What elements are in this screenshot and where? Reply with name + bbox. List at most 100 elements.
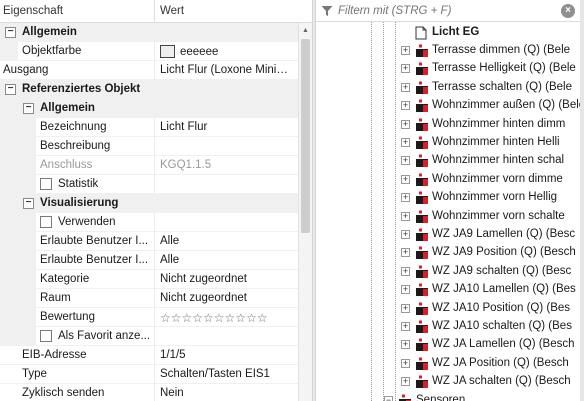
- property-row-als-favorit[interactable]: Als Favorit anze...: [0, 327, 298, 346]
- tree-item[interactable]: + Wohnzimmer hinten dimm: [316, 116, 580, 134]
- collapse-icon[interactable]: −: [5, 27, 16, 38]
- color-value: eeeeee: [180, 46, 219, 58]
- property-grid: Eigenschaft Wert − Allgemein Objektfarbe…: [0, 0, 312, 401]
- expand-icon[interactable]: +: [401, 101, 410, 111]
- property-row-bezeichnung[interactable]: Bezeichnung Licht Flur: [0, 118, 298, 137]
- property-row-objektfarbe[interactable]: Objektfarbe eeeeee: [0, 42, 298, 61]
- tree-item[interactable]: + WZ JA9 Position (Q) (Besch: [316, 244, 580, 262]
- app-window: Eigenschaft Wert − Allgemein Objektfarbe…: [0, 0, 584, 401]
- favorit-checkbox[interactable]: [40, 330, 52, 342]
- filter-input[interactable]: [338, 3, 560, 19]
- tree-item[interactable]: + Wohnzimmer außen (Q) (Bele: [316, 97, 584, 115]
- tree-item[interactable]: + Wohnzimmer hinten Helli: [316, 134, 580, 152]
- tree-item-licht-eg[interactable]: Licht EG: [316, 24, 580, 42]
- property-row-statistik[interactable]: Statistik: [0, 175, 298, 194]
- tree-item[interactable]: + WZ JA10 Lamellen (Q) (Bes: [316, 281, 580, 299]
- object-tree: Licht EG + Terrasse dimmen (Q) (Bele + Terr…: [316, 22, 584, 401]
- expand-icon[interactable]: +: [401, 303, 410, 313]
- tree-item[interactable]: + Wohnzimmer vorn schalte: [316, 208, 580, 226]
- property-row-erlaubte-benutzer[interactable]: Erlaubte Benutzer I... Alle: [0, 232, 298, 251]
- property-row-bewertung[interactable]: Bewertung ☆☆☆☆☆☆☆☆☆☆: [0, 308, 298, 327]
- expand-icon[interactable]: +: [401, 266, 410, 276]
- property-row-erlaubte-benutzer-2[interactable]: Erlaubte Benutzer I... Alle: [0, 251, 298, 270]
- tree-vertical-scrollbar[interactable]: [580, 0, 584, 401]
- tree-item[interactable]: + WZ JA10 schalten (Q) (Bes: [316, 318, 580, 336]
- expand-icon[interactable]: +: [401, 358, 410, 368]
- expand-icon[interactable]: +: [401, 285, 410, 295]
- expand-icon[interactable]: +: [401, 377, 410, 387]
- collapse-icon[interactable]: −: [23, 198, 34, 209]
- rating-stars[interactable]: ☆☆☆☆☆☆☆☆☆☆: [160, 311, 298, 325]
- tree-item[interactable]: + Terrasse schalten (Q) (Bele: [316, 79, 580, 97]
- tree-item[interactable]: + WZ JA schalten (Q) (Besch: [316, 373, 580, 391]
- tree-item[interactable]: + WZ JA Position (Q) (Besch: [316, 355, 580, 373]
- tree-item-sensoren[interactable]: − Sensoren: [316, 392, 580, 401]
- expand-icon[interactable]: +: [401, 64, 410, 74]
- tree-item[interactable]: + WZ JA Lamellen (Q) (Besch: [316, 336, 580, 354]
- expand-icon[interactable]: +: [401, 230, 410, 239]
- property-row-kategorie[interactable]: Kategorie Nicht zugeordnet: [0, 270, 298, 289]
- tree-item[interactable]: + Terrasse Helligkeit (Q) (Bele: [316, 60, 580, 78]
- verwenden-checkbox[interactable]: [40, 216, 52, 228]
- expand-icon[interactable]: +: [401, 82, 410, 92]
- tree-item[interactable]: + WZ JA9 Lamellen (Q) (Besc: [316, 226, 580, 244]
- tree-item[interactable]: + Wohnzimmer vorn dimme: [316, 171, 580, 189]
- tree-item-label: Wohnzimmer vorn dimme: [432, 172, 563, 185]
- property-row-anschluss[interactable]: Anschluss KGQ1.1.5: [0, 156, 298, 175]
- tree-item-label: Sensoren: [416, 393, 466, 401]
- expand-icon[interactable]: +: [401, 248, 410, 258]
- function-block-icon: [416, 191, 428, 205]
- property-row-verwenden[interactable]: Verwenden: [0, 213, 298, 232]
- filter-icon: [321, 6, 333, 16]
- collapse-icon[interactable]: −: [5, 84, 16, 95]
- expand-icon[interactable]: +: [401, 340, 410, 350]
- property-row-type[interactable]: Type Schalten/Tasten EIS1: [0, 365, 298, 384]
- property-rows: − Allgemein Objektfarbe eeeeee Ausgang L…: [0, 23, 298, 401]
- expand-icon[interactable]: +: [401, 193, 410, 203]
- expand-icon[interactable]: +: [401, 138, 410, 147]
- statistik-checkbox[interactable]: [40, 178, 52, 190]
- property-row-beschreibung[interactable]: Beschreibung: [0, 137, 298, 156]
- category-allgemein[interactable]: − Allgemein: [0, 23, 298, 42]
- tree-item-label: Wohnzimmer außen (Q) (Bele: [432, 99, 584, 112]
- tree-item-label: Terrasse Helligkeit (Q) (Bele: [432, 62, 576, 75]
- tree-item[interactable]: + WZ JA10 Position (Q) (Bes: [316, 300, 580, 318]
- function-block-icon: [416, 136, 428, 149]
- tree-item[interactable]: + Wohnzimmer vorn Hellig: [316, 189, 580, 207]
- scroll-up-icon[interactable]: ▲: [302, 27, 309, 34]
- tree-item-label: WZ JA10 schalten (Q) (Bes: [432, 320, 572, 332]
- property-row-ausgang[interactable]: Ausgang Licht Flur (Loxone Mini…: [0, 61, 298, 80]
- function-block-icon: [416, 338, 428, 352]
- function-block-icon: [416, 246, 428, 260]
- tree-item[interactable]: + Terrasse dimmen (Q) (Bele: [316, 42, 580, 60]
- expand-icon[interactable]: +: [401, 322, 410, 331]
- property-row-zyklisch-senden[interactable]: Zyklisch senden Nein: [0, 384, 298, 401]
- expand-icon[interactable]: +: [401, 119, 410, 129]
- property-row-eib-adresse[interactable]: EIB-Adresse 1/1/5: [0, 346, 298, 365]
- function-block-icon: [416, 173, 428, 186]
- expand-icon[interactable]: +: [401, 46, 410, 55]
- category-referenziertes-objekt[interactable]: − Referenziertes Objekt: [0, 80, 298, 99]
- scrollbar-thumb[interactable]: [301, 39, 310, 233]
- function-block-icon: [416, 44, 428, 57]
- expand-icon[interactable]: +: [401, 211, 410, 221]
- document-icon: [415, 26, 427, 40]
- expand-icon[interactable]: +: [401, 156, 410, 166]
- column-header-value[interactable]: Wert: [160, 5, 184, 17]
- property-grid-header: Eigenschaft Wert: [0, 0, 312, 23]
- tree-item[interactable]: + WZ JA9 schalten (Q) (Besc: [316, 263, 580, 281]
- expand-icon[interactable]: +: [401, 174, 410, 184]
- tree-item[interactable]: + Wohnzimmer hinten schal: [316, 152, 580, 170]
- column-header-property[interactable]: Eigenschaft: [3, 5, 63, 17]
- subcategory-allgemein[interactable]: − Allgemein: [0, 99, 298, 118]
- tree-item-label: Wohnzimmer hinten schal: [432, 154, 565, 167]
- clear-filter-icon[interactable]: ×: [561, 4, 575, 18]
- tree-item-label: Wohnzimmer hinten dimm: [432, 117, 566, 130]
- tree-item-label: Wohnzimmer hinten Helli: [432, 136, 560, 148]
- subcategory-visualisierung[interactable]: − Visualisierung: [0, 194, 298, 213]
- collapse-icon[interactable]: −: [23, 103, 34, 114]
- collapse-icon[interactable]: −: [384, 395, 393, 401]
- property-grid-scrollbar[interactable]: ▲: [298, 23, 312, 401]
- property-row-raum[interactable]: Raum Nicht zugeordnet: [0, 289, 298, 308]
- color-swatch[interactable]: [160, 45, 175, 58]
